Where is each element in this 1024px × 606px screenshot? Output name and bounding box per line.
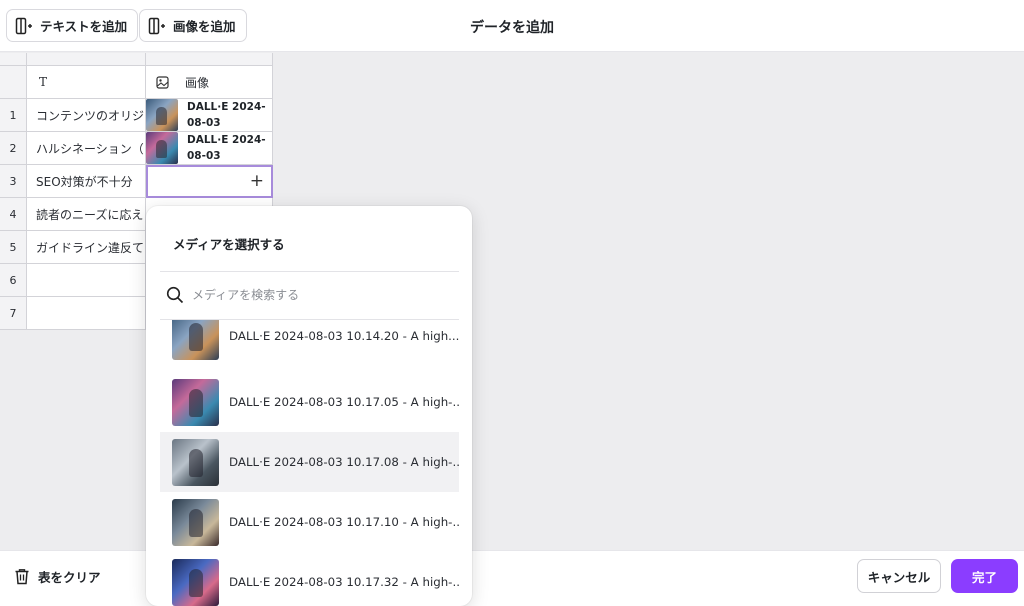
text-cell[interactable]: SEO対策が不十分	[27, 165, 146, 198]
image-icon	[156, 75, 169, 89]
clear-table-label: 表をクリア	[38, 570, 101, 585]
media-picker-popup: メディアを選択する DALL·E 2024-08-03 10.14.20 - A…	[146, 206, 472, 606]
header-num-cell	[0, 66, 27, 99]
corner-cell	[0, 53, 27, 66]
col-b-header-label: 画像	[185, 75, 210, 90]
clear-table-button[interactable]: 表をクリア	[14, 567, 101, 586]
media-item[interactable]: DALL·E 2024-08-03 10.17.32 - A high-...	[160, 552, 459, 606]
media-search-input[interactable]	[192, 288, 432, 302]
table-row: 3 SEO対策が不十分 +	[0, 165, 273, 198]
media-item-label: DALL·E 2024-08-03 10.17.05 - A high-...	[229, 395, 459, 409]
image-filename: DALL·E 2024-08-03 10.17.05 - A...	[187, 134, 266, 162]
cell-text: ハルシネーション（	[36, 141, 144, 156]
media-thumbnail	[172, 558, 219, 606]
text-cell[interactable]	[27, 264, 146, 297]
row-number: 2	[0, 132, 27, 165]
media-item-hovered[interactable]: DALL·E 2024-08-03 10.17.08 - A high-...	[160, 432, 459, 492]
text-cell[interactable]: ガイドライン違反て	[27, 231, 146, 264]
image-cell[interactable]: DALL·E 2024-08-03 10.14.20 - A...	[146, 99, 273, 132]
header-bar: テキストを追加 画像を追加 データを追加	[0, 0, 1024, 52]
cell-text: ガイドライン違反て	[36, 240, 145, 255]
text-cell[interactable]: 読者のニーズに応え	[27, 198, 146, 231]
table-header-row: T 画像	[0, 66, 273, 99]
media-thumbnail	[172, 438, 219, 486]
cell-text: 読者のニーズに応え	[36, 207, 144, 222]
col-b-header[interactable]: 画像	[146, 66, 273, 99]
table-row: 2 ハルシネーション（ DALL·E 2024-08-03 10.17.05 -…	[0, 132, 273, 165]
media-thumbnail	[172, 378, 219, 426]
image-cell[interactable]: DALL·E 2024-08-03 10.17.05 - A...	[146, 132, 273, 165]
search-icon	[166, 286, 184, 304]
text-cell[interactable]: ハルシネーション（	[27, 132, 146, 165]
image-filename: DALL·E 2024-08-03 10.14.20 - A...	[187, 101, 266, 129]
page-title: データを追加	[470, 20, 554, 36]
cell-text: SEO対策が不十分	[36, 174, 133, 189]
cancel-button[interactable]: キャンセル	[857, 559, 941, 593]
trash-icon	[15, 569, 29, 585]
col-a-header[interactable]: T	[27, 66, 146, 99]
table-row: 1 コンテンツのオリジ DALL·E 2024-08-03 10.14.20 -…	[0, 99, 273, 132]
divider	[160, 271, 459, 272]
row-number: 7	[0, 297, 27, 330]
table-top-row	[0, 53, 273, 66]
image-thumbnail	[146, 132, 178, 164]
media-item-label: DALL·E 2024-08-03 10.17.10 - A high-...	[229, 515, 459, 529]
media-search	[166, 284, 456, 306]
row-number: 6	[0, 264, 27, 297]
image-thumbnail	[146, 99, 178, 131]
col-a-top	[27, 53, 146, 66]
add-icon[interactable]: +	[250, 171, 264, 191]
media-item[interactable]: DALL·E 2024-08-03 10.14.20 - A high...	[160, 320, 459, 366]
image-cell-selected[interactable]: +	[146, 165, 273, 198]
media-thumbnail	[172, 498, 219, 546]
text-type-icon: T	[39, 75, 48, 89]
text-cell[interactable]	[27, 297, 146, 330]
row-number: 4	[0, 198, 27, 231]
text-cell[interactable]: コンテンツのオリジ	[27, 99, 146, 132]
media-item-label: DALL·E 2024-08-03 10.14.20 - A high...	[229, 329, 459, 343]
col-b-top	[146, 53, 273, 66]
row-number: 3	[0, 165, 27, 198]
popup-title: メディアを選択する	[173, 237, 285, 252]
done-button[interactable]: 完了	[951, 559, 1018, 593]
media-thumbnail	[172, 320, 219, 360]
media-item[interactable]: DALL·E 2024-08-03 10.17.10 - A high-...	[160, 492, 459, 552]
media-item-label: DALL·E 2024-08-03 10.17.32 - A high-...	[229, 575, 459, 589]
cell-text: コンテンツのオリジ	[36, 108, 145, 123]
row-number: 1	[0, 99, 27, 132]
media-item-label: DALL·E 2024-08-03 10.17.08 - A high-...	[229, 455, 459, 469]
media-item[interactable]: DALL·E 2024-08-03 10.17.05 - A high-...	[160, 372, 459, 432]
row-number: 5	[0, 231, 27, 264]
media-list: DALL·E 2024-08-03 10.14.20 - A high... D…	[160, 320, 459, 606]
